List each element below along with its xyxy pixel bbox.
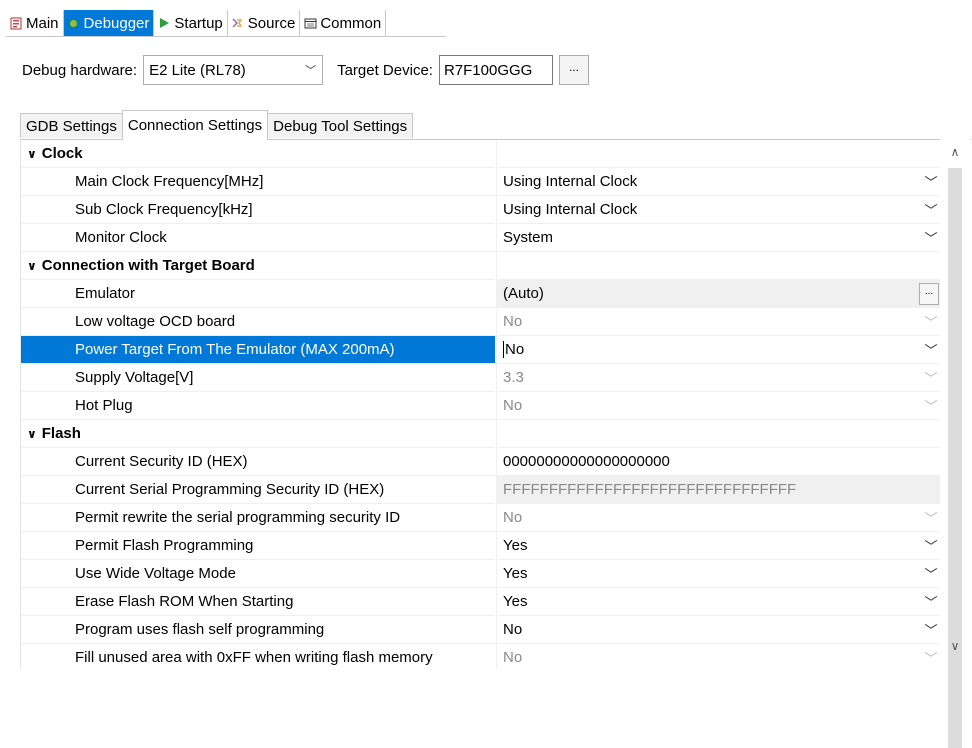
main-tab-icon xyxy=(9,16,23,30)
chevron-down-icon[interactable]: ﹀ xyxy=(921,564,941,583)
property-value-dropdown[interactable]: No ﹀ xyxy=(496,616,941,644)
scroll-down-icon[interactable]: ∨ xyxy=(940,639,970,653)
table-row[interactable]: Fill unused area with 0xFF when writing … xyxy=(21,644,941,669)
property-name: Emulator xyxy=(21,280,495,308)
property-name: Current Serial Programming Security ID (… xyxy=(21,476,495,504)
table-row[interactable]: Low voltage OCD board No ﹀ xyxy=(21,308,941,336)
table-row[interactable]: Power Target From The Emulator (MAX 200m… xyxy=(21,336,941,364)
property-value-dropdown[interactable]: Yes ﹀ xyxy=(496,532,941,560)
property-value-dropdown[interactable]: No ﹀ xyxy=(496,336,941,364)
table-row[interactable]: Program uses flash self programming No ﹀ xyxy=(21,616,941,644)
category-flash[interactable]: ∨ Flash xyxy=(21,420,941,448)
table-row[interactable]: Supply Voltage[V] 3.3 ﹀ xyxy=(21,364,941,392)
property-name: Power Target From The Emulator (MAX 200m… xyxy=(21,336,495,364)
vertical-scrollbar[interactable]: ∧ ∨ xyxy=(940,139,970,748)
property-name: Main Clock Frequency[MHz] xyxy=(21,168,495,196)
chevron-down-icon[interactable]: ﹀ xyxy=(921,536,941,555)
chevron-down-icon: ∨ xyxy=(27,146,37,161)
chevron-down-icon[interactable]: ﹀ xyxy=(921,312,941,331)
tab-gdb-settings[interactable]: GDB Settings xyxy=(20,113,123,138)
property-name: Current Security ID (HEX) xyxy=(21,448,495,476)
text-caret xyxy=(503,341,504,358)
property-value-readonly: FFFFFFFFFFFFFFFFFFFFFFFFFFFFFFFF xyxy=(496,476,941,504)
property-value-dropdown[interactable]: No ﹀ xyxy=(496,504,941,532)
hardware-row: Debug hardware: E2 Lite (RL78) ﹀ Target … xyxy=(22,53,589,87)
play-icon xyxy=(157,16,171,30)
property-value-dropdown[interactable]: Using Internal Clock ﹀ xyxy=(496,168,941,196)
property-value-dropdown[interactable]: 3.3 ﹀ xyxy=(496,364,941,392)
tab-common[interactable]: Common xyxy=(300,10,387,36)
chevron-down-icon[interactable]: ﹀ xyxy=(921,200,941,219)
chevron-down-icon[interactable]: ﹀ xyxy=(921,508,941,527)
scroll-up-icon[interactable]: ∧ xyxy=(940,145,970,159)
property-value-dropdown[interactable]: Using Internal Clock ﹀ xyxy=(496,196,941,224)
property-name: Monitor Clock xyxy=(21,224,495,252)
table-row[interactable]: Use Wide Voltage Mode Yes ﹀ xyxy=(21,560,941,588)
property-value-dropdown[interactable]: No ﹀ xyxy=(496,308,941,336)
chevron-down-icon[interactable]: ﹀ xyxy=(921,592,941,611)
table-row[interactable]: Sub Clock Frequency[kHz] Using Internal … xyxy=(21,196,941,224)
debug-hardware-label: Debug hardware: xyxy=(22,61,138,79)
chevron-down-icon: ∨ xyxy=(27,258,37,273)
tab-debugger[interactable]: Debugger xyxy=(63,10,155,36)
property-name: Fill unused area with 0xFF when writing … xyxy=(21,644,495,669)
chevron-down-icon[interactable]: ﹀ xyxy=(921,620,941,639)
table-row[interactable]: Monitor Clock System ﹀ xyxy=(21,224,941,252)
chevron-down-icon[interactable]: ﹀ xyxy=(921,340,941,359)
browse-emulator-button[interactable]: ... xyxy=(919,282,939,305)
property-name: Program uses flash self programming xyxy=(21,616,495,644)
tab-main[interactable]: Main xyxy=(6,10,64,36)
property-name: Hot Plug xyxy=(21,392,495,420)
tab-debug-tool-settings[interactable]: Debug Tool Settings xyxy=(267,113,414,138)
property-grid: ∨ Clock Main Clock Frequency[MHz] Using I… xyxy=(20,139,971,669)
property-name: Sub Clock Frequency[kHz] xyxy=(21,196,495,224)
chevron-down-icon[interactable]: ﹀ xyxy=(921,648,941,667)
property-value[interactable]: (Auto)... xyxy=(496,280,941,308)
tab-source[interactable]: Source xyxy=(227,10,301,36)
launch-config-tabs: Main Debugger Startup Source Common xyxy=(6,10,446,37)
table-row[interactable]: Emulator (Auto)... xyxy=(21,280,941,308)
tab-connection-settings[interactable]: Connection Settings xyxy=(121,110,269,140)
common-icon xyxy=(303,16,317,30)
chevron-down-icon[interactable]: ﹀ xyxy=(921,228,941,247)
tab-startup[interactable]: Startup xyxy=(154,10,228,36)
debugger-icon xyxy=(67,16,81,30)
property-value-dropdown[interactable]: No ﹀ xyxy=(496,644,941,669)
table-row[interactable]: Permit rewrite the serial programming se… xyxy=(21,504,941,532)
table-row[interactable]: Hot Plug No ﹀ xyxy=(21,392,941,420)
property-name: Erase Flash ROM When Starting xyxy=(21,588,495,616)
debug-hardware-select[interactable]: E2 Lite (RL78) ﹀ xyxy=(143,55,324,85)
scrollbar-thumb[interactable] xyxy=(948,168,962,748)
category-connection-with-target-board[interactable]: ∨ Connection with Target Board xyxy=(21,252,941,280)
table-row[interactable]: Current Security ID (HEX) 00000000000000… xyxy=(21,448,941,476)
property-name: Permit Flash Programming xyxy=(21,532,495,560)
chevron-down-icon: ﹀ xyxy=(305,65,317,77)
chevron-down-icon[interactable]: ﹀ xyxy=(921,368,941,387)
chevron-down-icon: ∨ xyxy=(27,426,37,441)
chevron-down-icon[interactable]: ﹀ xyxy=(921,172,941,191)
browse-target-device-button[interactable]: ... xyxy=(558,55,589,85)
table-row[interactable]: Erase Flash ROM When Starting Yes ﹀ xyxy=(21,588,941,616)
chevron-down-icon[interactable]: ﹀ xyxy=(921,396,941,415)
settings-tabs: GDB Settings Connection Settings Debug T… xyxy=(20,110,414,140)
property-name: Low voltage OCD board xyxy=(21,308,495,336)
property-value-input[interactable]: 00000000000000000000 xyxy=(496,448,941,476)
source-icon xyxy=(231,16,245,30)
property-name: Use Wide Voltage Mode xyxy=(21,560,495,588)
category-clock[interactable]: ∨ Clock xyxy=(21,140,941,168)
property-value-dropdown[interactable]: No ﹀ xyxy=(496,392,941,420)
table-row[interactable]: Permit Flash Programming Yes ﹀ xyxy=(21,532,941,560)
table-row[interactable]: Main Clock Frequency[MHz] Using Internal… xyxy=(21,168,941,196)
target-device-input[interactable]: R7F100GGG xyxy=(438,55,553,85)
property-value-dropdown[interactable]: System ﹀ xyxy=(496,224,941,252)
property-value-dropdown[interactable]: Yes ﹀ xyxy=(496,588,941,616)
property-value-dropdown[interactable]: Yes ﹀ xyxy=(496,560,941,588)
property-name: Permit rewrite the serial programming se… xyxy=(21,504,495,532)
table-row[interactable]: Current Serial Programming Security ID (… xyxy=(21,476,941,504)
property-name: Supply Voltage[V] xyxy=(21,364,495,392)
target-device-label: Target Device: xyxy=(337,61,433,79)
